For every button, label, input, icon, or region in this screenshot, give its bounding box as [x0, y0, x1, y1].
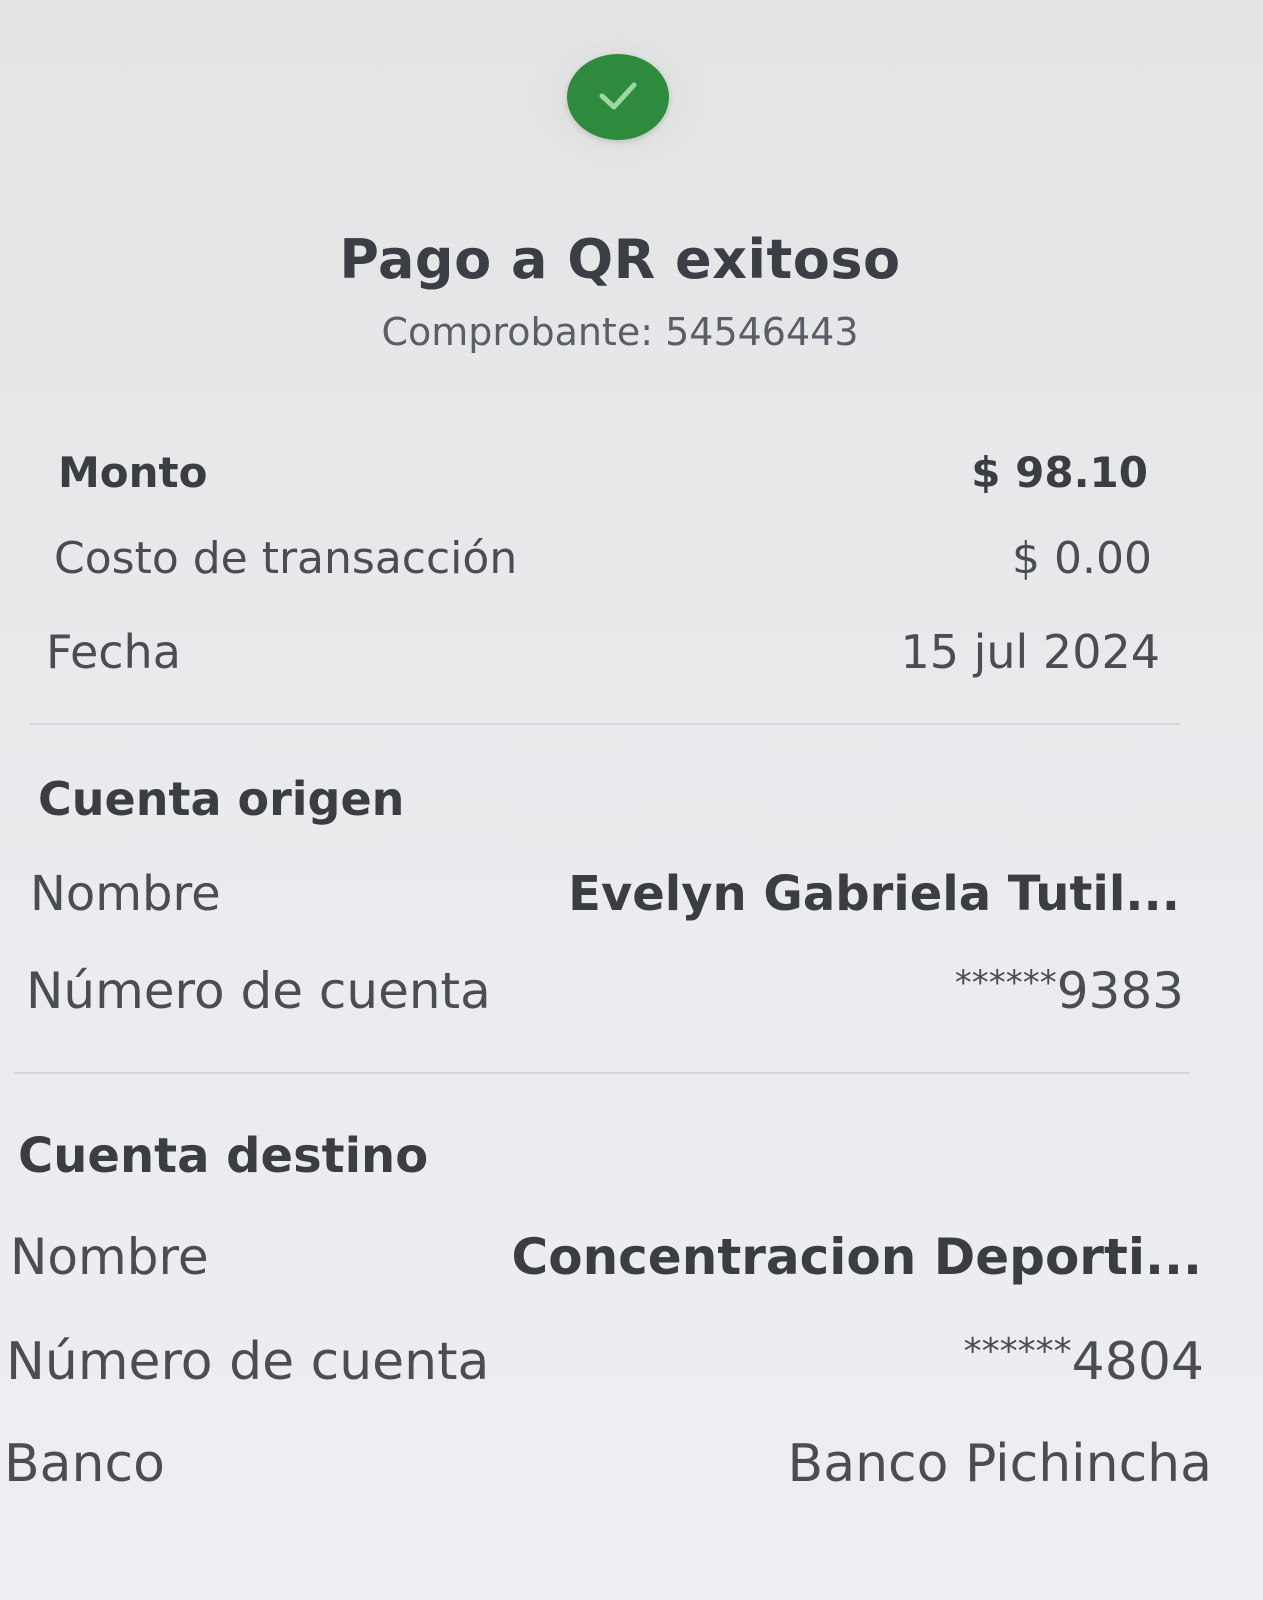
destination-account-last: 4804	[1071, 1332, 1204, 1392]
destination-account-row: Número de cuenta ******4804	[6, 1331, 1204, 1392]
fee-value: $ 0.00	[1012, 533, 1152, 584]
destination-account-label: Número de cuenta	[6, 1332, 490, 1392]
fee-row: Costo de transacción $ 0.00	[54, 533, 1152, 593]
bank-label: Banco	[4, 1434, 165, 1494]
origin-name-label: Nombre	[30, 866, 221, 922]
origin-name-value: Evelyn Gabriela Tutil...	[568, 866, 1180, 922]
payment-success-screen: Pago a QR exitoso Comprobante: 54546443 …	[0, 0, 1263, 1600]
divider	[30, 723, 1180, 725]
amount-row: Monto $ 98.10	[58, 448, 1148, 508]
origin-account-mask: ******	[954, 963, 1057, 1003]
origin-section-title: Cuenta origen	[38, 772, 405, 826]
date-label: Fecha	[46, 625, 181, 679]
destination-name-value: Concentracion Deporti...	[511, 1228, 1202, 1286]
date-row: Fecha 15 jul 2024	[46, 625, 1160, 685]
date-value: 15 jul 2024	[900, 625, 1160, 679]
origin-name-row: Nombre Evelyn Gabriela Tutil...	[30, 866, 1180, 926]
destination-name-row: Nombre Concentracion Deporti...	[10, 1228, 1202, 1288]
origin-account-label: Número de cuenta	[26, 962, 491, 1020]
destination-section-title: Cuenta destino	[18, 1128, 429, 1184]
destination-account-value: ******4804	[963, 1331, 1204, 1392]
origin-account-row: Número de cuenta ******9383	[26, 962, 1184, 1022]
destination-name-label: Nombre	[10, 1228, 209, 1286]
success-check-icon	[567, 54, 669, 140]
destination-account-mask: ******	[963, 1331, 1072, 1372]
origin-account-value: ******9383	[955, 962, 1184, 1020]
amount-value: $ 98.10	[971, 448, 1148, 497]
page-title: Pago a QR exitoso	[339, 228, 901, 291]
divider	[14, 1072, 1190, 1074]
bank-value: Banco Pichincha	[787, 1434, 1212, 1494]
fee-label: Costo de transacción	[54, 533, 518, 584]
amount-label: Monto	[58, 448, 208, 497]
receipt-number: Comprobante: 54546443	[381, 310, 859, 354]
bank-row: Banco Banco Pichincha	[4, 1434, 1212, 1494]
origin-account-last: 9383	[1056, 962, 1184, 1020]
